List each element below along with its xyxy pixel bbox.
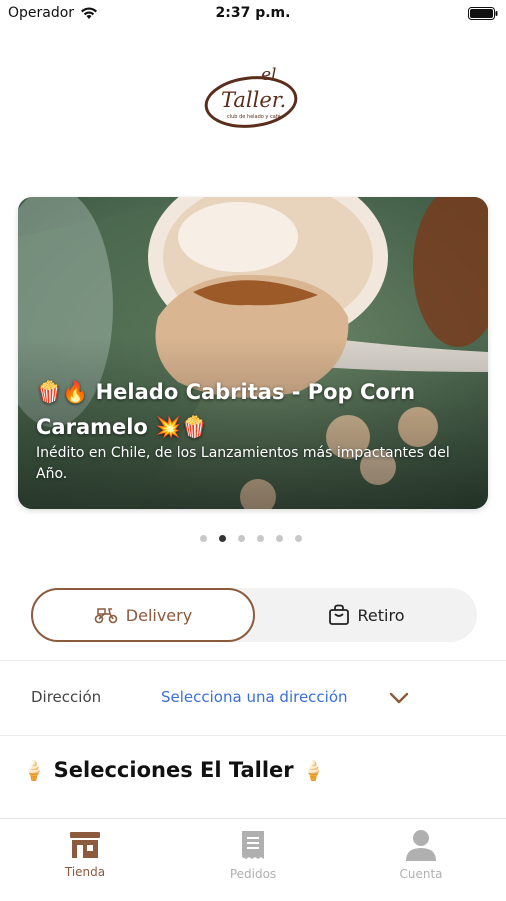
divider bbox=[0, 735, 506, 736]
chevron-down-icon[interactable] bbox=[388, 690, 410, 706]
carousel-dot[interactable] bbox=[238, 535, 245, 542]
pickup-button[interactable]: Retiro bbox=[255, 588, 477, 642]
svg-text:Taller.: Taller. bbox=[221, 88, 286, 112]
tab-pedidos[interactable]: Pedidos bbox=[198, 829, 308, 881]
order-mode-toggle: Delivery Retiro bbox=[31, 588, 477, 642]
address-selector[interactable]: Selecciona una dirección bbox=[161, 688, 348, 706]
tab-label: Tienda bbox=[64, 865, 106, 879]
svg-text:club de helado y café: club de helado y café bbox=[227, 113, 281, 120]
scooter-icon bbox=[94, 608, 118, 624]
store-icon bbox=[70, 832, 100, 858]
shopping-bag-icon bbox=[328, 604, 349, 625]
divider bbox=[0, 660, 506, 661]
el-taller-logo: el Taller. club de helado y café bbox=[204, 65, 298, 128]
delivery-label: Delivery bbox=[125, 605, 193, 625]
carousel-dot-active[interactable] bbox=[219, 535, 226, 542]
svg-text:el: el bbox=[261, 65, 277, 85]
status-time: 2:37 p.m. bbox=[215, 5, 291, 21]
promo-banner[interactable]: 🍿🔥 Helado Cabritas - Pop Corn Caramelo 💥… bbox=[18, 197, 488, 509]
user-icon bbox=[406, 830, 436, 861]
carousel-dot[interactable] bbox=[257, 535, 264, 542]
carousel-pagination bbox=[200, 535, 302, 543]
battery-icon bbox=[468, 7, 498, 20]
delivery-button[interactable]: Delivery bbox=[31, 588, 255, 642]
tab-cuenta[interactable]: Cuenta bbox=[366, 829, 476, 881]
ice-cream-icon: 🍦 bbox=[22, 759, 46, 782]
ice-cream-icon: 🍦 bbox=[301, 759, 326, 782]
pickup-label: Retiro bbox=[357, 605, 405, 625]
bottom-tab-bar: Tienda Pedidos Cuenta bbox=[0, 818, 506, 901]
section-title: Selecciones El Taller bbox=[53, 758, 294, 782]
status-bar: Operador 2:37 p.m. bbox=[0, 0, 506, 28]
banner-title: 🍿🔥 Helado Cabritas - Pop Corn Caramelo 💥… bbox=[36, 380, 416, 439]
section-header: 🍦 Selecciones El Taller 🍦 bbox=[22, 758, 325, 782]
carousel-dot[interactable] bbox=[276, 535, 283, 542]
banner-subtitle: Inédito en Chile, de los Lanzamientos má… bbox=[36, 445, 450, 482]
carousel-dot[interactable] bbox=[200, 535, 207, 542]
tab-label: Cuenta bbox=[399, 867, 443, 881]
tab-tienda[interactable]: Tienda bbox=[30, 829, 140, 879]
carousel-dot[interactable] bbox=[295, 535, 302, 542]
tab-label: Pedidos bbox=[229, 867, 277, 881]
receipt-icon bbox=[242, 831, 264, 859]
address-label: Dirección bbox=[31, 688, 102, 706]
